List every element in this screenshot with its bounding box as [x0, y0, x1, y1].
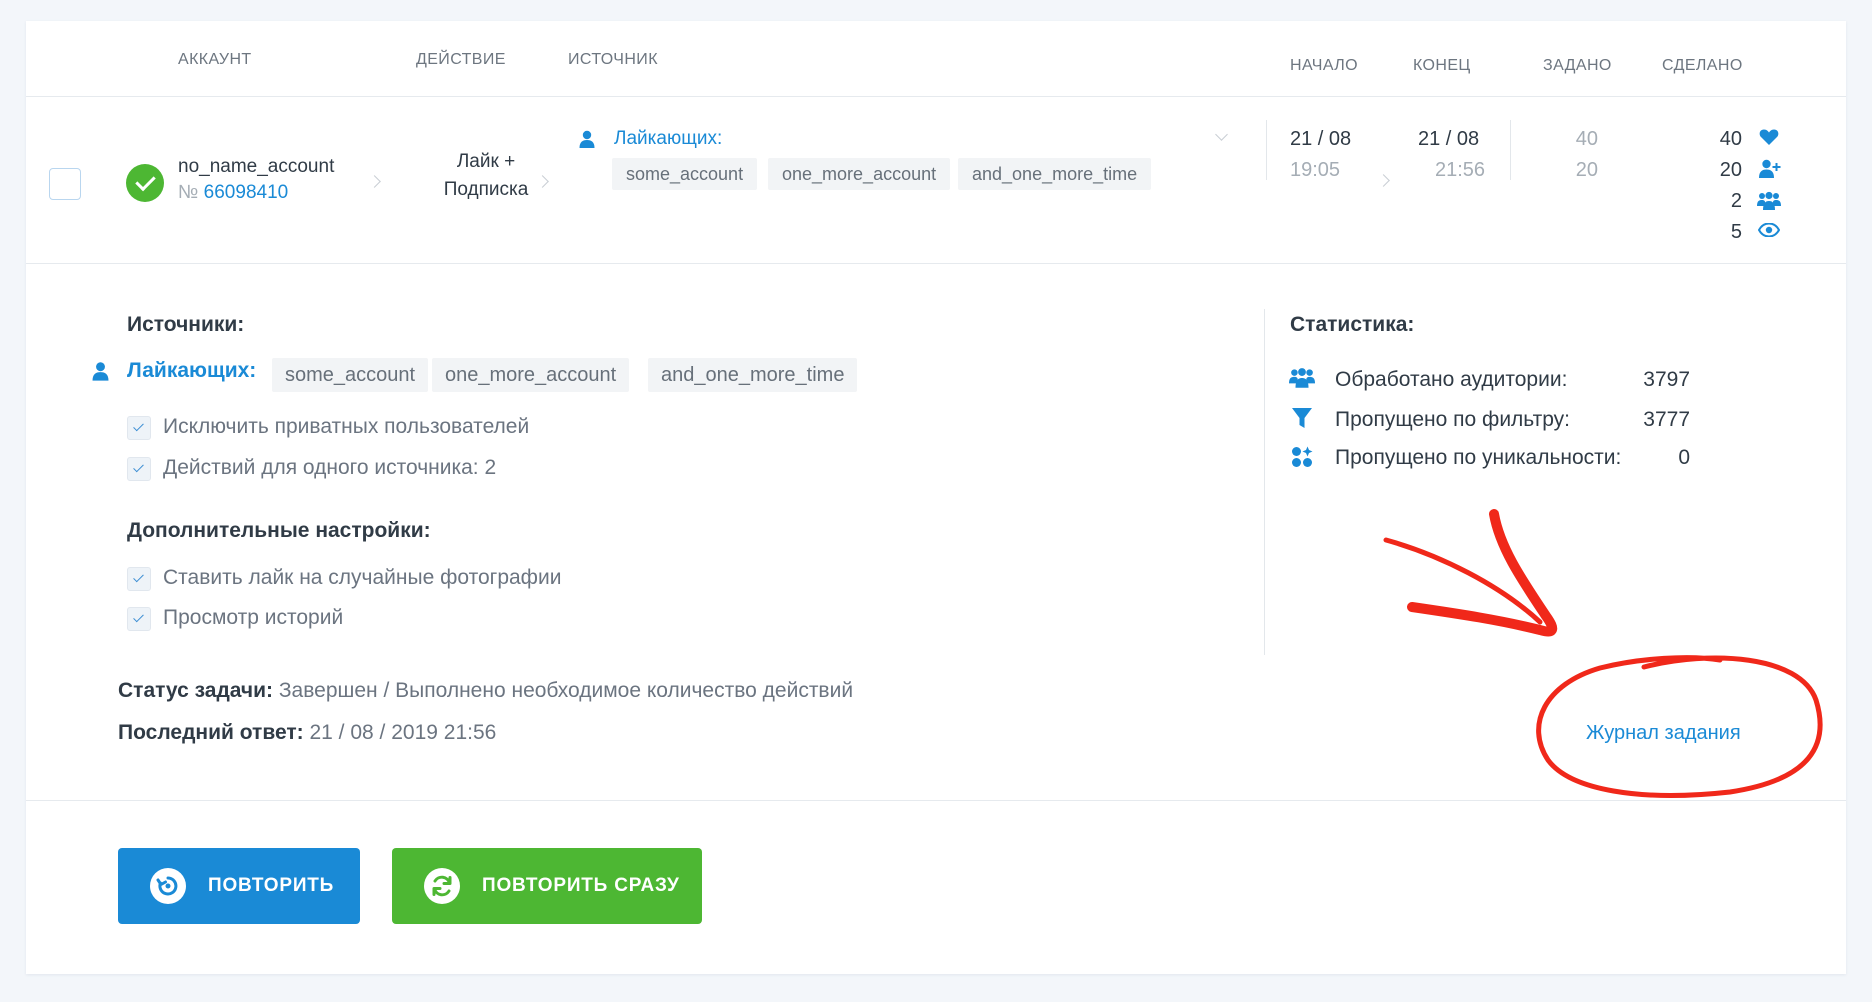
annotation-overlay [1383, 509, 1823, 798]
annotation-circle-icon [1536, 655, 1823, 798]
